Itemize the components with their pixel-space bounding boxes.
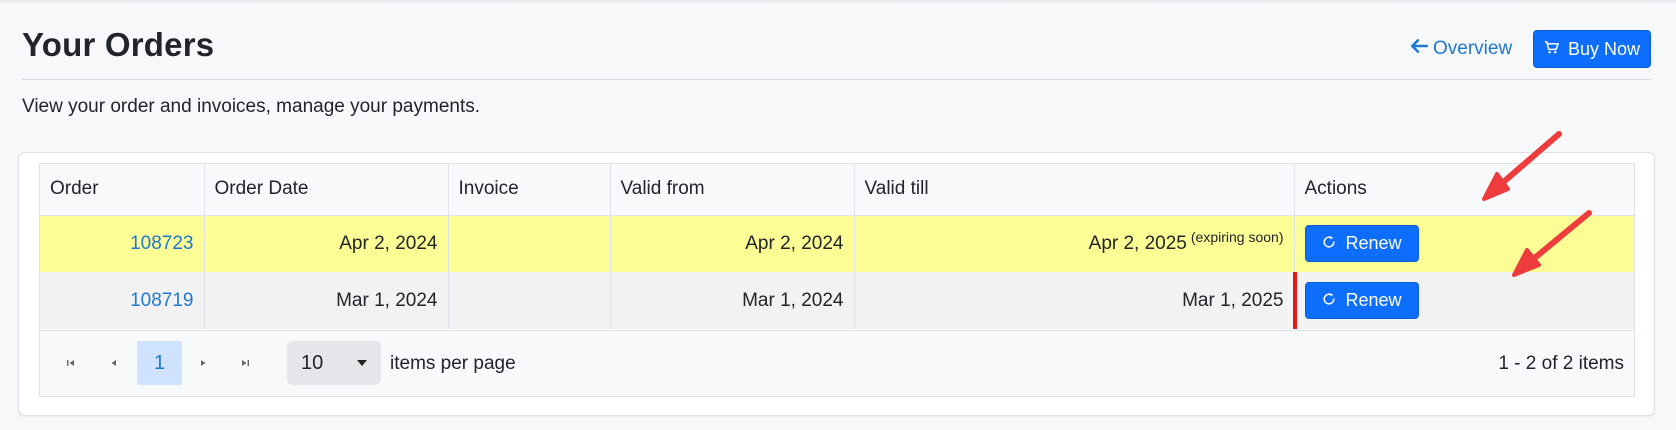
overview-link[interactable]: Overview — [1410, 37, 1512, 61]
caret-down-icon — [357, 360, 367, 366]
invoice-cell — [448, 215, 611, 272]
table-header-row: Order Order Date Invoice Valid from Vali… — [40, 164, 1634, 216]
order-link[interactable]: 108719 — [130, 290, 193, 311]
actions-cell: Renew — [1294, 215, 1634, 272]
page-button-current[interactable]: 1 — [137, 341, 182, 385]
column-header-valid-till[interactable]: Valid till — [854, 164, 1295, 216]
renew-button[interactable]: Renew — [1304, 282, 1419, 319]
valid-till-cell: Apr 2, 2025 (expiring soon) — [854, 215, 1295, 272]
order-link[interactable]: 108723 — [130, 233, 193, 254]
page-size-value: 10 — [301, 351, 324, 374]
pager: 1 10 items per page 1 - 2 of 2 items — [40, 330, 1634, 396]
renew-label: Renew — [1345, 290, 1402, 310]
valid-from-cell: Apr 2, 2024 — [610, 215, 855, 272]
page-size-select[interactable]: 10 — [287, 341, 381, 385]
order-date-cell: Apr 2, 2024 — [204, 215, 449, 272]
order-cell: 108719 — [40, 272, 205, 329]
buy-now-label: Buy Now — [1567, 38, 1641, 59]
overview-label: Overview — [1433, 38, 1513, 59]
orders-grid: Order Order Date Invoice Valid from Vali… — [39, 163, 1635, 397]
order-date-cell: Mar 1, 2024 — [204, 272, 449, 329]
orders-card: Order Order Date Invoice Valid from Vali… — [18, 152, 1655, 416]
refresh-icon — [1322, 233, 1336, 254]
column-header-invoice[interactable]: Invoice — [448, 164, 611, 216]
last-page-icon[interactable] — [233, 351, 257, 375]
table-row: 108719 Mar 1, 2024 Mar 1, 2024 Mar 1, 20… — [40, 272, 1634, 329]
orders-table: Order Order Date Invoice Valid from Vali… — [40, 164, 1634, 329]
invoice-cell — [448, 272, 611, 329]
column-header-order-date[interactable]: Order Date — [204, 164, 449, 216]
next-page-icon[interactable] — [191, 351, 215, 375]
refresh-icon — [1322, 290, 1336, 311]
valid-till-date: Apr 2, 2025 — [1088, 232, 1187, 254]
items-per-page-label: items per page — [390, 353, 516, 374]
renew-label: Renew — [1345, 233, 1402, 254]
expiring-soon-note: (expiring soon) — [1190, 228, 1284, 245]
valid-till-date: Mar 1, 2025 — [1182, 289, 1284, 311]
buy-now-button[interactable]: Buy Now — [1533, 30, 1651, 68]
arrow-left-icon — [1410, 37, 1429, 61]
column-header-valid-from[interactable]: Valid from — [610, 164, 855, 216]
top-shadow — [0, 0, 1676, 4]
renew-button[interactable]: Renew — [1304, 225, 1419, 263]
page-title: Your Orders — [22, 26, 215, 63]
header-divider — [22, 79, 1652, 80]
column-header-order[interactable]: Order — [40, 164, 205, 216]
page-subtitle: View your order and invoices, manage you… — [22, 96, 481, 117]
actions-cell: Renew — [1292, 272, 1634, 329]
order-cell: 108723 — [40, 215, 205, 272]
column-header-actions: Actions — [1294, 164, 1634, 216]
cart-icon — [1544, 39, 1559, 60]
table-row: 108723 Apr 2, 2024 Apr 2, 2024 Apr 2, 20… — [40, 215, 1634, 272]
valid-till-cell: Mar 1, 2025 — [854, 272, 1295, 329]
first-page-icon[interactable] — [59, 351, 83, 375]
prev-page-icon[interactable] — [102, 351, 126, 375]
focus-indicator — [1292, 272, 1297, 329]
valid-from-cell: Mar 1, 2024 — [610, 272, 855, 329]
pager-info: 1 - 2 of 2 items — [1498, 353, 1624, 374]
